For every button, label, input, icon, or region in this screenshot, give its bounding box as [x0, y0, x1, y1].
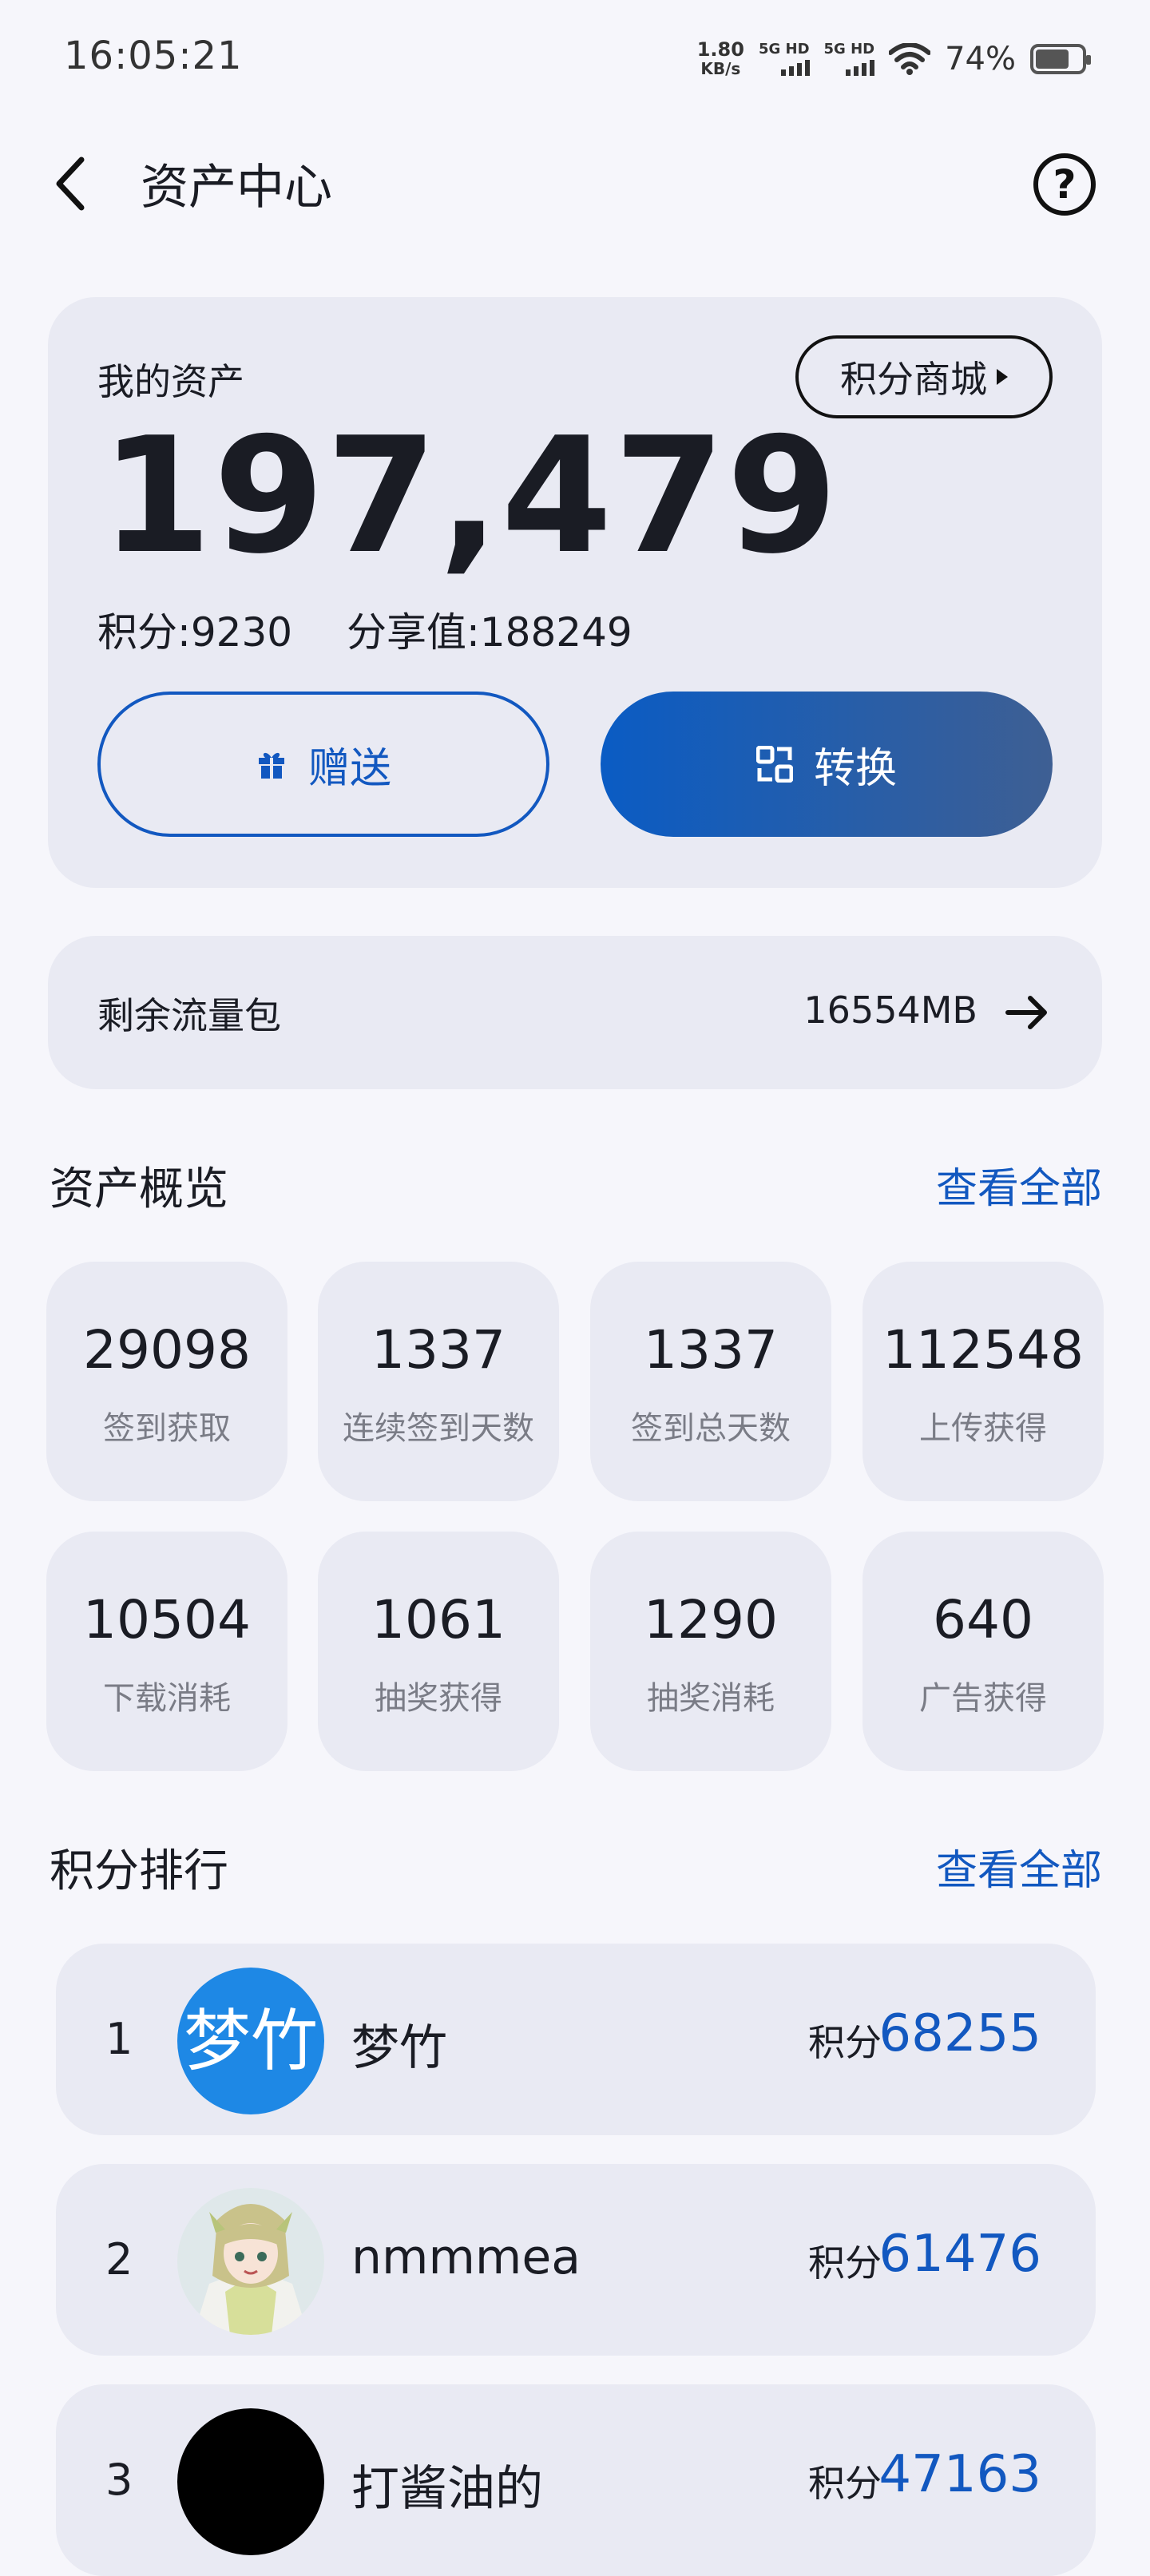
stat-card[interactable]: 1337 连续签到天数 [318, 1262, 559, 1501]
user-name: 打酱油的 [351, 2461, 543, 2517]
data-pack-value: 16554MB [803, 989, 978, 1032]
assets-card: 我的资产 积分商城 197,479 积分:9230 分享值:188249 赠送 … [48, 297, 1102, 888]
battery-icon [1030, 44, 1091, 74]
signal-sim1-icon: 5G HD [759, 42, 810, 76]
points-value: 68255 [878, 2004, 1041, 2063]
rank-number: 2 [105, 2234, 133, 2285]
avatar[interactable] [177, 2188, 324, 2335]
rank-number: 1 [105, 2014, 133, 2064]
ranking-see-all-link[interactable]: 查看全部 [936, 1837, 1102, 1896]
ranking-row[interactable]: 3 打酱油的 积分 47163 [56, 2384, 1096, 2576]
avatar[interactable]: 梦竹 [177, 1968, 324, 2114]
data-pack-label: 剩余流量包 [97, 994, 281, 1037]
status-bar: 16:05:21 1.80 KB/s 5G HD 5G HD 74% [0, 0, 1150, 120]
stat-card[interactable]: 1337 签到总天数 [590, 1262, 831, 1501]
overview-title: 资产概览 [50, 1163, 228, 1215]
points-label: 积分 [808, 2241, 882, 2285]
points-label: 积分 [808, 2462, 882, 2505]
stat-card[interactable]: 29098 签到获取 [46, 1262, 288, 1501]
ranking-title: 积分排行 [50, 1845, 228, 1897]
triangle-right-icon [997, 369, 1008, 385]
avatar[interactable] [177, 2408, 324, 2555]
points-value: 61476 [878, 2225, 1041, 2284]
stat-card[interactable]: 112548 上传获得 [862, 1262, 1104, 1501]
signal-sim2-icon: 5G HD [824, 42, 875, 76]
points-label: 积分 [808, 2021, 882, 2064]
overview-see-all-link[interactable]: 查看全部 [936, 1155, 1102, 1215]
user-name: nmmmea [351, 2229, 581, 2285]
user-name: 梦竹 [351, 2020, 447, 2076]
battery-percent: 74% [945, 41, 1016, 77]
points-value: 47163 [878, 2445, 1041, 2504]
stat-card[interactable]: 1061 抽奖获得 [318, 1532, 559, 1771]
stat-card[interactable]: 640 广告获得 [862, 1532, 1104, 1771]
question-circle-icon[interactable]: ? [1033, 153, 1096, 216]
share-value: 分享值:188249 [347, 609, 632, 656]
chevron-left-icon[interactable] [48, 152, 96, 216]
stat-card[interactable]: 10504 下载消耗 [46, 1532, 288, 1771]
network-speed: 1.80 KB/s [696, 38, 744, 78]
arrow-right-icon[interactable] [1005, 993, 1049, 1032]
data-pack-row[interactable]: 剩余流量包 16554MB [48, 936, 1102, 1089]
ranking-row[interactable]: 1 梦竹 梦竹 积分 68255 [56, 1944, 1096, 2135]
convert-icon [755, 746, 793, 783]
assets-label: 我的资产 [97, 360, 244, 403]
gift-icon [258, 752, 284, 779]
total-assets-value: 197,479 [101, 403, 839, 589]
points-value: 积分:9230 [97, 609, 293, 656]
stat-card[interactable]: 1290 抽奖消耗 [590, 1532, 831, 1771]
rank-number: 3 [105, 2455, 133, 2505]
status-icons: 1.80 KB/s 5G HD 5G HD 74% [696, 37, 1091, 81]
gift-button[interactable]: 赠送 [97, 692, 549, 837]
anime-avatar-icon [177, 2188, 324, 2335]
status-time: 16:05:21 [64, 34, 243, 78]
ranking-row[interactable]: 2 nmmmea 积分 61476 [56, 2164, 1096, 2356]
convert-button[interactable]: 转换 [601, 692, 1053, 837]
page-title: 资产中心 [141, 160, 332, 216]
wifi-icon [889, 43, 931, 75]
